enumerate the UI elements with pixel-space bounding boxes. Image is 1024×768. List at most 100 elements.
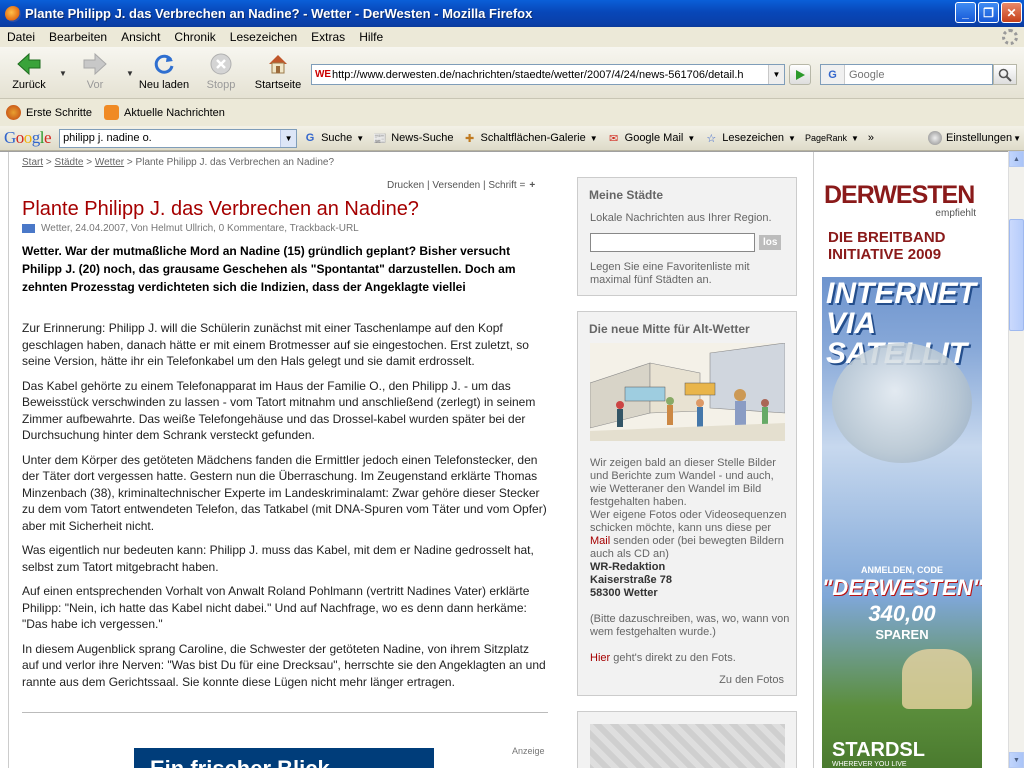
news-search-label: News-Suche [391, 132, 454, 144]
market-sketch-image[interactable] [590, 343, 785, 441]
back-history-dropdown[interactable]: ▼ [59, 69, 67, 78]
bookmark-erste-schritte[interactable]: Erste Schritte [6, 105, 92, 120]
menu-lesezeichen[interactable]: Lesezeichen [223, 30, 304, 44]
stop-label: Stopp [206, 79, 236, 91]
forward-history-dropdown[interactable]: ▼ [126, 69, 134, 78]
article-tools-links[interactable]: Drucken | Versenden | Schrift [387, 180, 517, 191]
breadcrumb: Start > Städte > Wetter > Plante Philipp… [22, 157, 335, 168]
scroll-up-arrow[interactable]: ▲ [1009, 151, 1024, 167]
sponsor-logo: STARDSL [832, 739, 925, 761]
new-center-intro: Wir zeigen bald an dieser Stelle Bilder … [590, 457, 776, 508]
forward-arrow-icon [82, 51, 108, 77]
sidebar-box-3 [577, 711, 797, 768]
banner-ad[interactable]: DERWESTEN empfiehlt DIE BREITBAND INITIA… [822, 177, 982, 768]
mail-link[interactable]: Mail [590, 535, 610, 547]
search-button[interactable] [993, 64, 1017, 85]
close-button[interactable]: ✕ [1001, 2, 1022, 23]
scroll-down-arrow[interactable]: ▼ [1009, 752, 1024, 768]
maximize-button[interactable]: ❐ [978, 2, 999, 23]
menu-extras[interactable]: Extras [304, 30, 352, 44]
address-bar[interactable]: WE http://www.derwesten.de/nachrichten/s… [311, 64, 785, 85]
article-meta-text: Wetter, 24.04.2007, Von Helmut Ullrich, … [41, 223, 359, 234]
url-text[interactable]: http://www.derwesten.de/nachrichten/stae… [332, 69, 768, 81]
puzzle-icon: ✚ [464, 132, 475, 145]
google-search-button[interactable]: G Suche ▼ [303, 131, 364, 145]
google-g-icon: G [305, 132, 315, 144]
banner-save: SPAREN [875, 627, 929, 642]
page-left-border [8, 152, 9, 768]
menu-ansicht[interactable]: Ansicht [114, 30, 167, 44]
button-gallery-label: Schaltflächen-Galerie [480, 132, 586, 144]
banner-brand-sub: empfiehlt [935, 208, 976, 219]
to-photos-link[interactable]: Zu den Fotos [719, 674, 784, 686]
button-gallery-button[interactable]: ✚ Schaltflächen-Galerie ▼ [463, 131, 598, 145]
home-button[interactable]: Startseite [252, 51, 304, 91]
settings-button[interactable]: Einstellungen ▼ [928, 131, 1021, 145]
breadcrumb-wetter[interactable]: Wetter [95, 157, 124, 168]
back-button[interactable]: Zurück [9, 51, 49, 91]
vertical-scrollbar[interactable]: ▲ ▼ [1008, 151, 1024, 768]
earth-image [832, 343, 972, 463]
photo-link-line: Hier geht's direkt zu den Fots. [590, 652, 790, 665]
page-title: Plante Philipp J. das Verbrechen an Nadi… [22, 198, 419, 220]
sponsor-tagline: WHEREVER YOU LIVE [832, 761, 907, 768]
article-paragraph: Was eigentlich nur bedeuten kann: Philip… [22, 543, 534, 574]
menu-bearbeiten[interactable]: Bearbeiten [42, 30, 114, 44]
more-buttons[interactable]: » [868, 132, 874, 144]
menu-datei[interactable]: Datei [0, 30, 42, 44]
banner-price: 340,00 [868, 601, 936, 626]
minimize-button[interactable]: _ [955, 2, 976, 23]
home-label: Startseite [254, 79, 302, 91]
window-title: Plante Philipp J. das Verbrechen an Nadi… [25, 6, 533, 21]
star-icon: ☆ [706, 132, 717, 145]
search-bar[interactable]: G [820, 64, 993, 85]
go-button[interactable] [789, 64, 811, 85]
google-mail-button[interactable]: ✉ Google Mail ▼ [607, 131, 696, 145]
font-minus-icon[interactable]: = [519, 180, 525, 191]
banner-brand: DERWESTEN [824, 181, 975, 209]
menu-hilfe[interactable]: Hilfe [352, 30, 390, 44]
breadcrumb-start[interactable]: Start [22, 157, 43, 168]
bookmark-aktuelle-nachrichten[interactable]: Aktuelle Nachrichten [104, 105, 225, 120]
search-engine-selector[interactable]: G [821, 65, 845, 84]
forward-button[interactable]: Vor [78, 51, 112, 91]
google-mail-label: Google Mail [624, 132, 684, 144]
article-body: Zur Erinnerung: Philipp J. will die Schü… [22, 320, 547, 698]
url-history-dropdown[interactable]: ▼ [768, 65, 784, 84]
my-cities-title: Meine Städte [589, 188, 664, 202]
google-query-dropdown[interactable]: ▼ [280, 129, 297, 147]
font-plus-icon[interactable]: + [529, 180, 535, 191]
stop-button[interactable]: Stopp [204, 51, 238, 91]
article-paragraph: In diesem Augenblick sprang Caroline, di… [22, 641, 546, 689]
scroll-thumb[interactable] [1009, 219, 1024, 331]
reload-label: Neu laden [138, 79, 190, 91]
google-logo[interactable]: Google [4, 128, 52, 148]
new-center-text: Wir zeigen bald an dieser Stelle Bilder … [590, 457, 790, 665]
settings-label: Einstellungen [946, 132, 1013, 144]
article-teaser: Wetter. War der mutmaßliche Mord an Nadi… [22, 244, 516, 294]
article-paragraph: Zur Erinnerung: Philipp J. will die Schü… [22, 321, 529, 368]
firefox-icon [5, 5, 21, 22]
stop-icon [208, 51, 234, 77]
menu-chronik[interactable]: Chronik [167, 30, 222, 44]
reload-button[interactable]: Neu laden [138, 51, 190, 91]
city-go-button[interactable]: los [759, 235, 782, 250]
chevron-down-icon: ▼ [851, 133, 859, 143]
chevron-down-icon: ▼ [788, 133, 796, 143]
article-tools[interactable]: Drucken | Versenden | Schrift = + [387, 180, 535, 191]
news-search-button[interactable]: 📰 News-Suche [373, 131, 453, 145]
search-input[interactable] [845, 68, 985, 81]
breadcrumb-staedte[interactable]: Städte [55, 157, 84, 168]
city-input[interactable] [590, 233, 755, 252]
chevron-down-icon: ▼ [687, 133, 696, 143]
google-query-field[interactable]: ▼ [59, 128, 298, 148]
pagerank-button[interactable]: PageRank ▼ [805, 133, 859, 143]
google-query-input[interactable] [60, 132, 281, 144]
hier-link[interactable]: Hier [590, 652, 610, 664]
bookmarks-toolbar: Erste Schritte Aktuelle Nachrichten [0, 100, 1024, 125]
breadcrumb-current: Plante Philipp J. das Verbrechen an Nadi… [135, 157, 335, 168]
inline-ad[interactable]: Ein frischer Blick [134, 748, 434, 768]
new-center-box: Die neue Mitte für Alt-Wetter Wir zeigen… [577, 311, 797, 696]
google-toolbar: Google ▼ G Suche ▼ 📰 News-Suche ✚ Schalt… [0, 126, 1024, 151]
google-bookmarks-button[interactable]: ☆ Lesezeichen ▼ [704, 131, 796, 145]
